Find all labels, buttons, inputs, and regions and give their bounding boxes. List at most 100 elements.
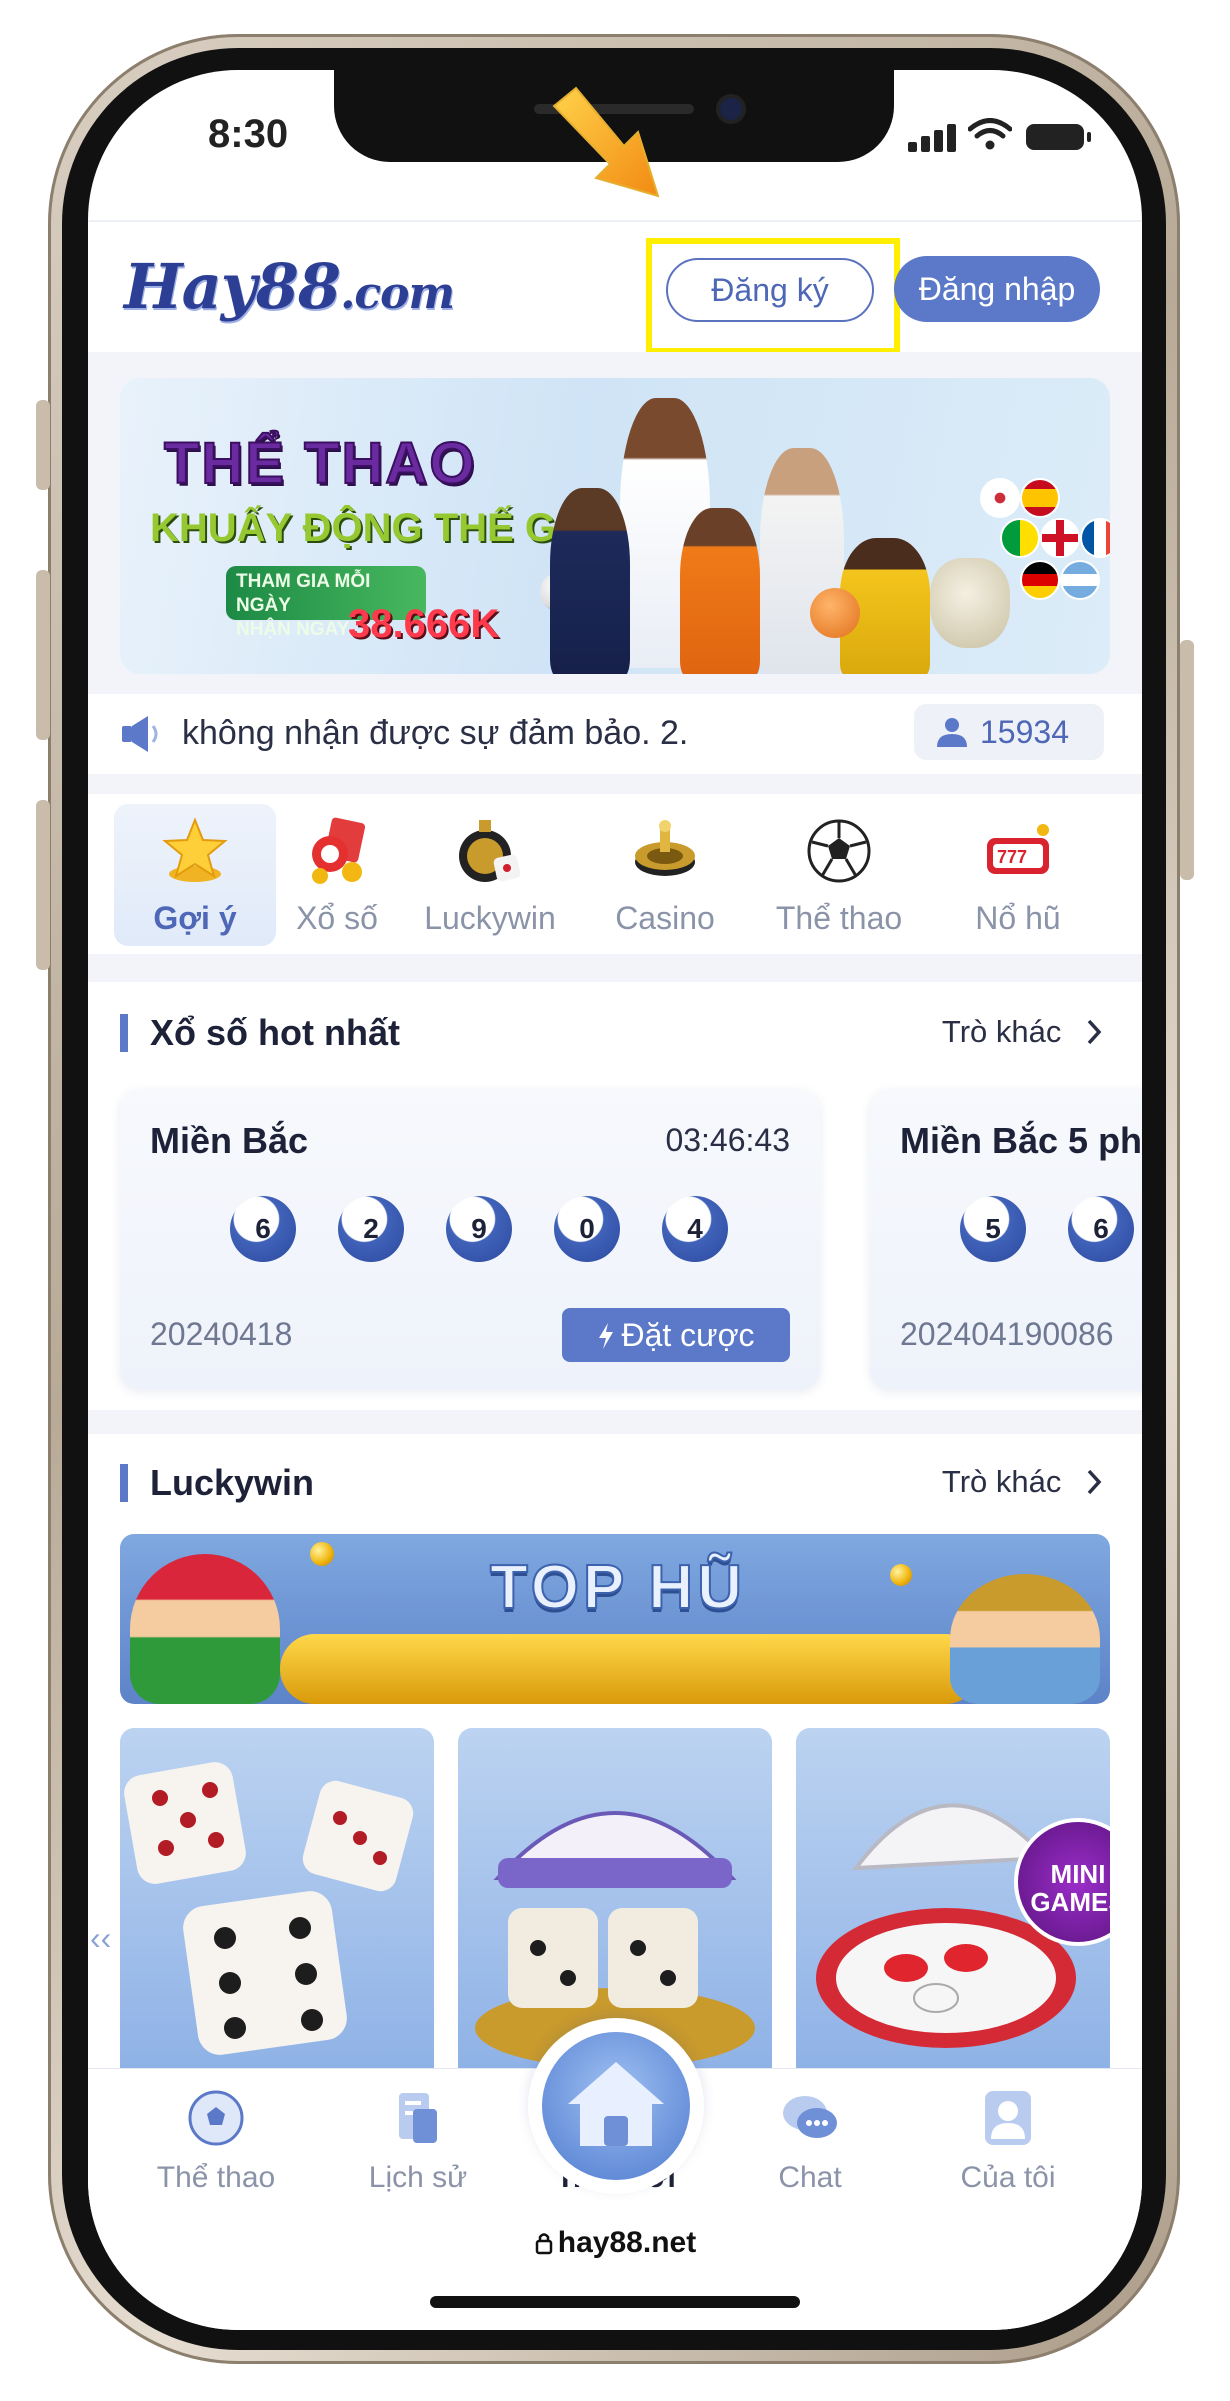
banner-subtitle: KHUẤY ĐỘNG THẾ GIỚI <box>150 506 613 550</box>
side-button-volume-up <box>36 570 50 740</box>
chevron-right-icon <box>1087 1019 1102 1045</box>
dice-bowl-icon <box>475 1811 755 2068</box>
gold-coin <box>310 1542 334 1566</box>
site-header: Hay88.com Đăng ký Đăng nhập <box>88 220 1142 354</box>
profile-icon <box>985 2091 1031 2145</box>
battery-icon <box>1026 124 1091 150</box>
category-tab-casino[interactable]: Casino <box>584 804 746 946</box>
lottery-more-link[interactable]: Trò khác <box>942 1014 1104 1050</box>
gold-coin <box>280 1634 980 1704</box>
category-tab-luckywin[interactable]: Luckywin <box>400 804 580 946</box>
home-indicator[interactable] <box>430 2296 800 2308</box>
lottery-result-balls: 56 <box>960 1196 1142 1266</box>
lottery-card[interactable]: Miền Bắc 03:46:43 62904 20240418 Đặt cượ… <box>120 1090 820 1390</box>
star-icon <box>162 817 228 882</box>
lottery-ball: 6 <box>1068 1196 1134 1262</box>
lottery-name: Miền Bắc 5 ph <box>900 1120 1142 1161</box>
status-time: 8:30 <box>208 112 289 156</box>
signal-icon <box>908 124 958 152</box>
chevron-left-icon[interactable]: ‹‹ <box>90 1920 111 1957</box>
home-button-inner <box>542 2032 690 2180</box>
notice-marquee-text: không nhận được sự đảm bảo. 2. Nếu bạn n <box>182 714 694 752</box>
svg-text:777: 777 <box>997 847 1027 867</box>
gold-coin <box>890 1564 912 1586</box>
home-button[interactable] <box>528 2018 704 2194</box>
lottery-issue-number: 202404190086 <box>900 1316 1114 1352</box>
pointer-arrow-icon <box>552 86 660 198</box>
basketball-icon <box>810 588 860 638</box>
status-icons <box>908 118 1108 154</box>
lottery-result-balls: 62904 <box>230 1196 770 1266</box>
lottery-ball: 5 <box>960 1196 1026 1262</box>
side-button-mute <box>36 400 50 490</box>
flag-icon <box>1000 518 1040 558</box>
wifi-icon <box>968 118 1012 150</box>
place-bet-button[interactable]: Đặt cược <box>562 1308 790 1362</box>
category-tab-no-hu[interactable]: 777 Nổ hũ <box>928 804 1108 946</box>
dice-icon <box>124 1762 414 2055</box>
category-tab-goi-y[interactable]: Gợi ý <box>114 804 276 946</box>
lottery-ball: 9 <box>446 1196 512 1262</box>
game-card-dice[interactable] <box>120 1728 434 2068</box>
lottery-issue-number: 20240418 <box>150 1316 293 1352</box>
front-camera <box>720 98 742 120</box>
category-tab-the-thao[interactable]: Thể thao <box>758 804 920 946</box>
game-card-disc[interactable]: MINI GAMES <box>796 1728 1110 2068</box>
lottery-ball: 6 <box>230 1196 296 1262</box>
flag-icon <box>1060 560 1100 600</box>
soccer-ball-icon <box>807 819 871 883</box>
flag-icon <box>1020 478 1060 518</box>
flag-icon <box>1080 518 1110 558</box>
fortune-god-figure <box>950 1574 1100 1704</box>
notice-bar: không nhận được sự đảm bảo. 2. Nếu bạn n… <box>88 694 1142 774</box>
online-users-pill: 15934 <box>914 704 1104 760</box>
top-jackpot-banner[interactable]: TOP HŨ <box>120 1534 1110 1704</box>
luckywin-more-link[interactable]: Trò khác <box>942 1464 1104 1500</box>
lottery-name: Miền Bắc <box>150 1120 309 1161</box>
online-count: 15934 <box>980 714 1069 750</box>
side-button-volume-down <box>36 800 50 970</box>
home-icon <box>568 2062 664 2146</box>
banner-title: THỂ THAO <box>163 430 477 497</box>
phone-screen: 8:30 Hay88.com Đăng ký Đăng nhập THỂ THA… <box>88 70 1142 2330</box>
luckywin-icon <box>459 820 521 882</box>
tab-chat[interactable]: Chat <box>720 2081 900 2201</box>
lottery-card[interactable]: Miền Bắc 5 ph 56 202404190086 <box>870 1090 1142 1390</box>
banner-amount: 38.666K <box>348 602 500 646</box>
soccer-ball-icon <box>188 2090 244 2146</box>
url-text: hay88.net <box>88 2226 1142 2260</box>
slot-machine-icon: 777 <box>987 824 1049 874</box>
lock-icon <box>535 2233 553 2255</box>
money-bag-icon <box>930 558 1010 648</box>
player-figure <box>760 448 844 674</box>
category-tab-xo-so[interactable]: Xổ số <box>256 804 418 946</box>
lottery-section-title: Xổ số hot nhất <box>120 1014 400 1052</box>
side-button-power <box>1180 640 1194 880</box>
site-logo[interactable]: Hay88.com <box>124 250 455 323</box>
lottery-ball: 2 <box>338 1196 404 1262</box>
history-icon <box>399 2093 437 2143</box>
category-tabs: Gợi ý Xổ số Luckywin Casino Thể thao 777… <box>88 794 1142 954</box>
lottery-ball: 0 <box>554 1196 620 1262</box>
casino-icon <box>635 820 695 876</box>
game-card-dice-bowl[interactable] <box>458 1728 772 2068</box>
flag-icon <box>1020 560 1060 600</box>
luckywin-section-title: Luckywin <box>120 1464 314 1502</box>
browser-url-bar[interactable]: hay88.net <box>88 2208 1142 2330</box>
lightning-icon <box>599 1323 614 1349</box>
tab-cua-toi[interactable]: Của tôi <box>918 2081 1098 2201</box>
login-button[interactable]: Đăng nhập <box>894 256 1100 322</box>
flag-icon <box>1040 518 1080 558</box>
sports-promo-banner[interactable]: THỂ THAO KHUẤY ĐỘNG THẾ GIỚI THAM GIA MỖ… <box>120 378 1110 674</box>
chevron-right-icon <box>1087 1469 1102 1495</box>
register-button[interactable]: Đăng ký <box>666 258 874 322</box>
speaker-icon <box>122 716 158 752</box>
lottery-icon <box>312 817 366 884</box>
lottery-timer: 03:46:43 <box>665 1122 790 1158</box>
player-figure <box>680 508 760 674</box>
lottery-ball: 4 <box>662 1196 728 1262</box>
tab-the-thao[interactable]: Thể thao <box>126 2081 306 2201</box>
tab-lich-su[interactable]: Lịch sử <box>328 2081 508 2201</box>
player-figure <box>550 488 630 674</box>
fortune-god-figure <box>130 1554 280 1704</box>
